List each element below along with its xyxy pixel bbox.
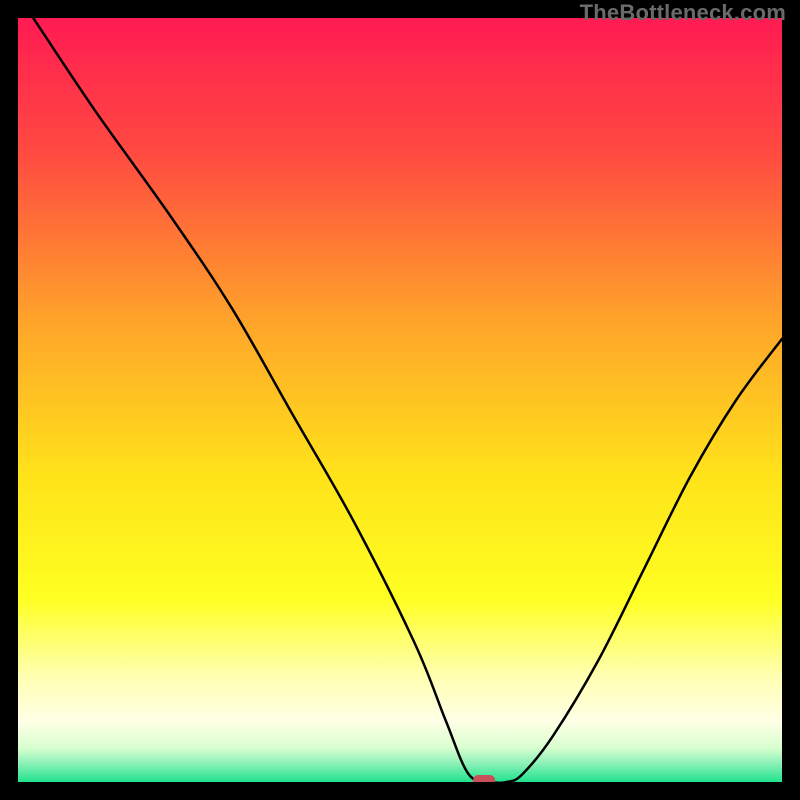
- optimal-marker: [473, 775, 495, 782]
- bottleneck-chart: [18, 18, 782, 782]
- gradient-background: [18, 18, 782, 782]
- watermark-text: TheBottleneck.com: [580, 0, 786, 26]
- chart-frame: TheBottleneck.com: [0, 0, 800, 800]
